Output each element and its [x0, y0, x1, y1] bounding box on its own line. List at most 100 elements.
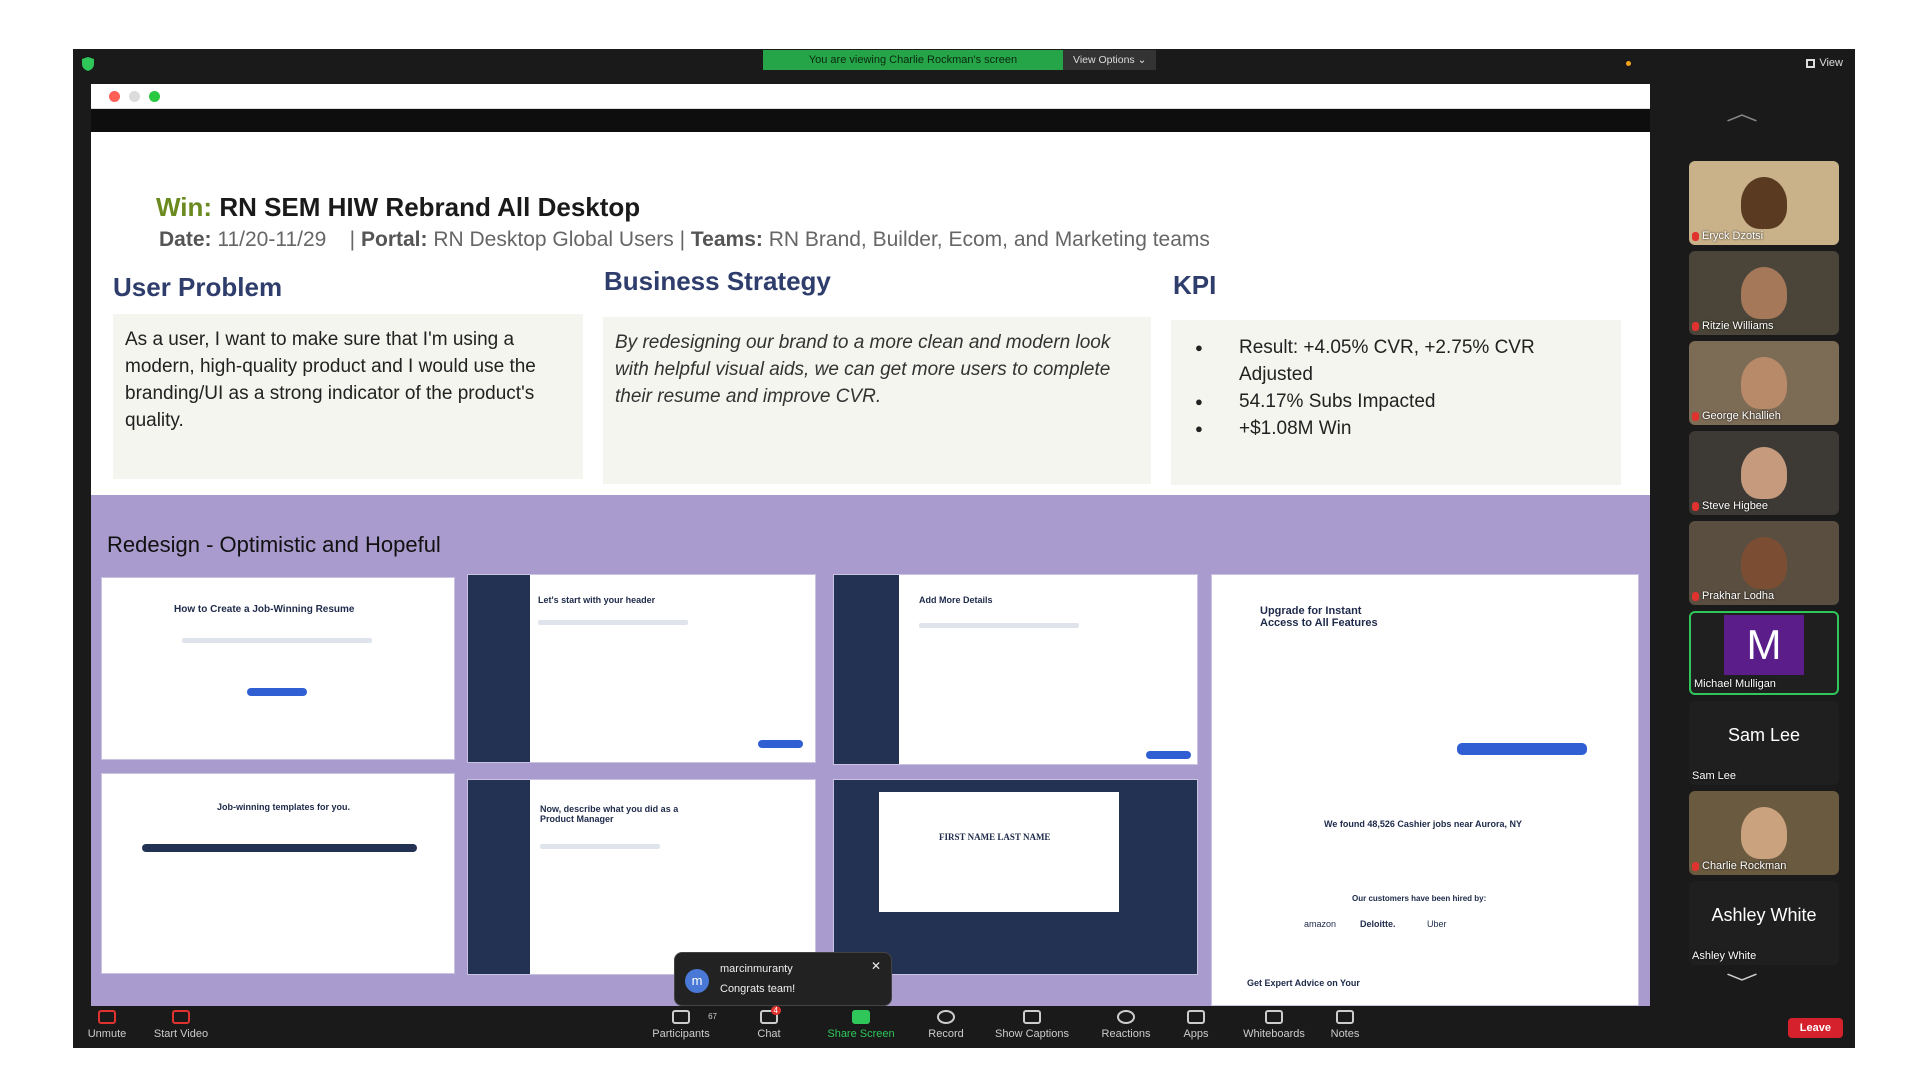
participant-display-name: Ashley White	[1711, 905, 1817, 925]
teams-label: Teams:	[690, 228, 763, 251]
toast-message: Congrats team!	[720, 983, 796, 995]
tile-steve-higbee[interactable]: Steve Higbee	[1689, 431, 1839, 515]
leave-button[interactable]: Leave	[1787, 1018, 1843, 1038]
chat-toast[interactable]: m marcinmuranty Congrats team! ✕	[674, 952, 892, 1006]
win-label: Win:	[156, 192, 213, 222]
strategy-heading: Business Strategy	[604, 266, 831, 296]
thumbnail-placeholder	[182, 638, 372, 643]
participant-name: Charlie Rockman	[1702, 860, 1787, 872]
status-dot	[1626, 61, 1631, 66]
minimize-dot[interactable]	[129, 90, 140, 102]
thumbnail-caption: Job-winning templates for you.	[217, 802, 351, 812]
mic-muted-icon	[1692, 231, 1699, 241]
tile-george-khallieh[interactable]: George Khallieh	[1689, 341, 1839, 425]
chat-badge: 4	[770, 1006, 781, 1015]
participant-name: Steve Higbee	[1702, 500, 1769, 512]
start-video-button[interactable]: Start Video	[149, 1010, 213, 1040]
share-screen-button[interactable]: Share Screen	[823, 1010, 899, 1040]
mic-muted-icon	[1692, 321, 1699, 331]
participant-video	[1741, 807, 1787, 859]
apps-button[interactable]: Apps	[1182, 1010, 1210, 1040]
participants-icon	[672, 1010, 690, 1024]
thumbnail-sidebar	[834, 575, 900, 764]
mic-muted-icon	[1692, 501, 1699, 511]
participant-name: Eryck Dzotsi	[1702, 230, 1764, 242]
participant-initial: M	[1724, 615, 1804, 675]
start-video-label: Start Video	[153, 1028, 209, 1040]
thumbnail-caption: Get Expert Advice on Your	[1247, 978, 1360, 988]
toast-sender: marcinmuranty	[720, 963, 793, 975]
thumbnail-details: Add More Details	[833, 574, 1198, 765]
title-text: RN SEM HIW Rebrand All Desktop	[219, 192, 641, 222]
thumbnail-caption: How to Create a Job-Winning Resume	[174, 604, 355, 615]
redesign-band: Redesign - Optimistic and Hopeful How to…	[91, 495, 1650, 1006]
tile-michael-mulligan[interactable]: M Michael Mulligan	[1689, 611, 1839, 695]
whiteboards-button[interactable]: Whiteboards	[1238, 1010, 1310, 1040]
viewing-message: You are viewing Charlie Rockman's screen	[763, 50, 1063, 70]
kpi-item: +$1.08M Win	[1191, 415, 1601, 442]
video-gallery: ︿ Eryck Dzotsi Ritzie Williams George Kh…	[1658, 49, 1855, 1006]
tile-ritzie-williams[interactable]: Ritzie Williams	[1689, 251, 1839, 335]
mic-muted-icon	[1692, 591, 1699, 601]
brand-logo: Uber	[1427, 919, 1447, 929]
slide: Win: RN SEM HIW Rebrand All Desktop Date…	[91, 132, 1650, 1006]
participant-name: Michael Mulligan	[1694, 678, 1776, 690]
thumbnail-sidebar	[468, 575, 531, 762]
thumbnail-template-preview: FIRST NAME LAST NAME	[833, 779, 1198, 975]
tile-ashley-white[interactable]: Ashley White Ashley White	[1689, 881, 1839, 965]
thumbnail-describe: Now, describe what you did as a Product …	[467, 779, 816, 975]
chat-button[interactable]: 4 Chat	[755, 1006, 783, 1040]
participants-label: Participants	[652, 1028, 710, 1040]
slide-title: Win: RN SEM HIW Rebrand All Desktop	[156, 192, 640, 223]
reactions-button[interactable]: Reactions	[1098, 1010, 1154, 1040]
user-problem-heading: User Problem	[113, 272, 283, 302]
participant-name: Ritzie Williams	[1702, 320, 1774, 332]
notes-button[interactable]: Notes	[1328, 1010, 1362, 1040]
view-options-button[interactable]: View Options ⌄	[1063, 50, 1157, 70]
thumbnail-filter-bar	[142, 844, 417, 852]
meeting-toolbar: Unmute Start Video 67 Participants 4 Chat …	[73, 1006, 1855, 1048]
participant-video	[1741, 537, 1787, 589]
template-page	[879, 792, 1119, 912]
apps-label: Apps	[1183, 1028, 1209, 1040]
notes-icon	[1336, 1010, 1354, 1024]
thumbnail-caption: Let's start with your header	[538, 595, 656, 605]
thumbnail-templates: Job-winning templates for you.	[101, 773, 455, 974]
chevron-down-icon[interactable]: ﹀	[1726, 967, 1758, 996]
thumbnail-caption: We found 48,526 Cashier jobs near Aurora…	[1324, 819, 1523, 829]
kpi-item: Result: +4.05% CVR, +2.75% CVR Adjusted	[1191, 334, 1601, 388]
participant-name-tag: Prakhar Lodha	[1692, 590, 1774, 602]
whiteboard-icon	[1265, 1010, 1283, 1024]
kpi-box: Result: +4.05% CVR, +2.75% CVR Adjusted …	[1171, 320, 1621, 485]
participant-name-tag: Ashley White	[1692, 950, 1756, 962]
reactions-label: Reactions	[1101, 1028, 1151, 1040]
tile-eryck-dzotsi[interactable]: Eryck Dzotsi	[1689, 161, 1839, 245]
slide-meta: Date: 11/20-11/29 | Portal: RN Desktop G…	[159, 228, 1210, 251]
thumbnail-upgrade: Upgrade for Instant Access to All Featur…	[1211, 574, 1639, 1006]
participant-display-name: Sam Lee	[1727, 725, 1801, 745]
brand-logo: amazon	[1304, 919, 1337, 929]
participants-button[interactable]: 67 Participants	[648, 1010, 717, 1040]
tile-sam-lee[interactable]: Sam Lee Sam Lee	[1689, 701, 1839, 785]
kpi-item: 54.17% Subs Impacted	[1191, 388, 1601, 415]
record-label: Record	[928, 1028, 964, 1040]
brand-logo: Deloitte.	[1360, 919, 1396, 929]
thumbnail-caption: Add More Details	[919, 595, 993, 605]
chevron-up-icon[interactable]: ︿	[1726, 97, 1758, 126]
show-captions-button[interactable]: Show Captions	[990, 1010, 1074, 1040]
date-value: 11/20-11/29	[217, 228, 327, 251]
shield-icon[interactable]	[82, 57, 94, 71]
unmute-button[interactable]: Unmute	[85, 1010, 129, 1040]
chat-label: Chat	[757, 1028, 781, 1040]
date-label: Date:	[159, 228, 212, 251]
browser-titlebar	[91, 84, 1650, 109]
tile-charlie-rockman[interactable]: Charlie Rockman	[1689, 791, 1839, 875]
participant-name: Prakhar Lodha	[1702, 590, 1775, 602]
record-button[interactable]: Record	[924, 1010, 968, 1040]
tile-prakhar-lodha[interactable]: Prakhar Lodha	[1689, 521, 1839, 605]
close-dot[interactable]	[109, 90, 120, 102]
portal-value: RN Desktop Global Users	[433, 228, 674, 251]
maximize-dot[interactable]	[149, 90, 160, 102]
close-icon[interactable]: ✕	[871, 959, 881, 973]
participant-name: Sam Lee	[1692, 770, 1737, 782]
